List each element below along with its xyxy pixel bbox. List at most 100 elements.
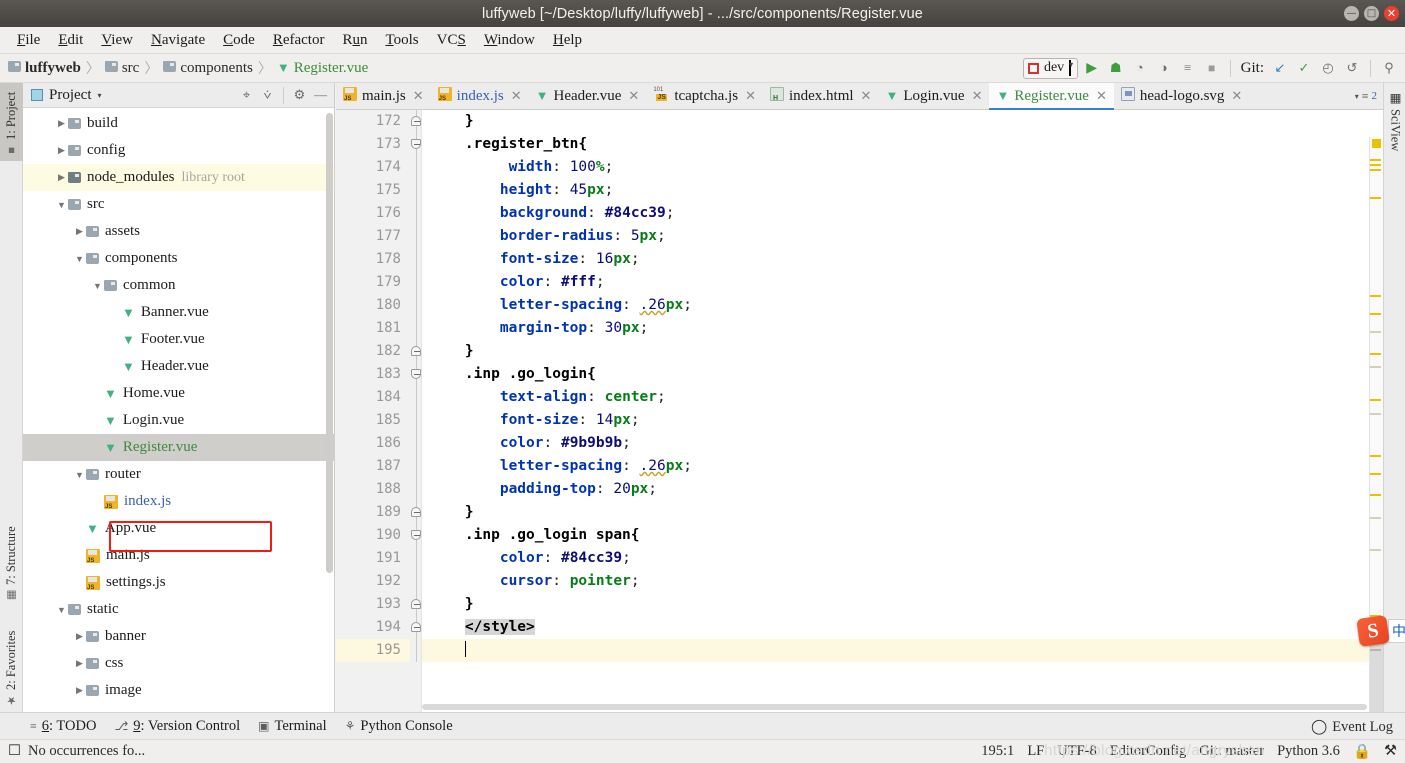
inspections-icon[interactable]: ⚒ [1384,743,1397,760]
menu-item-tools[interactable]: Tools [376,30,427,51]
debug-icon[interactable]: ☗ [1106,58,1126,78]
sidebar-item-favorites[interactable]: ★ 2: Favorites [0,612,23,712]
error-stripe-mark[interactable] [1370,313,1381,315]
search-icon[interactable]: ⚲ [1379,58,1399,78]
close-icon[interactable]: ✕ [413,88,424,104]
editor-tab-login-vue[interactable]: ▼ Login.vue ✕ [878,83,989,109]
tree-item-banner-vue[interactable]: ▼ Banner.vue [23,299,334,326]
tree-item-node_modules[interactable]: ▶ node_modules library root [23,164,334,191]
code-line[interactable]: margin-top: 30px; [422,317,1383,340]
project-tree[interactable]: ▶ build ▶ config ▶ node_modules library root ▼ s… [23,108,334,712]
editor-tab-register-vue[interactable]: ▼ Register.vue ✕ [989,83,1115,110]
chevron-down-icon[interactable]: ▼ [55,605,68,615]
error-stripe-mark[interactable] [1370,413,1381,415]
menu-item-file[interactable]: File [8,30,49,51]
tree-item-banner[interactable]: ▶ banner [23,623,334,650]
close-icon[interactable]: ✕ [972,88,983,104]
lock-icon[interactable]: 🔒 [1353,743,1371,761]
error-stripe-mark[interactable] [1370,164,1381,166]
tree-item-footer-vue[interactable]: ▼ Footer.vue [23,326,334,353]
run-configuration-selector[interactable]: dev ▾ [1022,57,1078,79]
breadcrumb-item-components[interactable]: components [161,60,255,77]
sidebar-item-structure[interactable]: ▦ 7: Structure [0,515,23,607]
menu-item-view[interactable]: View [92,30,142,51]
code-line[interactable] [422,639,1383,662]
fold-end-icon[interactable] [411,599,421,609]
close-icon[interactable]: ✕ [511,88,522,104]
code-line[interactable]: letter-spacing: .26px; [422,455,1383,478]
chevron-right-icon[interactable]: ▶ [73,631,86,642]
error-stripe-mark[interactable] [1370,455,1381,457]
error-stripe-mark[interactable] [1370,517,1381,519]
code-text[interactable]: } .register_btn{ width: 100%; height: 45… [422,110,1383,712]
hide-panel-icon[interactable]: — [311,86,330,105]
menu-item-vcs[interactable]: VCS [428,30,475,51]
error-stripe-mark[interactable] [1370,169,1381,171]
code-line[interactable]: height: 45px; [422,179,1383,202]
tree-item-config[interactable]: ▶ config [23,137,334,164]
code-folding-gutter[interactable] [410,110,422,712]
breadcrumb-item-src[interactable]: src [103,60,142,77]
menu-item-refactor[interactable]: Refactor [264,30,334,51]
editor-tab-index-js[interactable]: index.js ✕ [431,83,529,109]
file-encoding[interactable]: UTF-8 [1057,743,1096,760]
tool-window-button-9-version-control[interactable]: ⎇ 9: Version Control [114,718,240,735]
tree-item-settings-js[interactable]: settings.js [23,569,334,596]
profile-icon[interactable]: ◑ [1154,58,1174,78]
code-line[interactable]: } [422,593,1383,616]
code-line[interactable]: cursor: pointer; [422,570,1383,593]
tree-item-build[interactable]: ▶ build [23,110,334,137]
error-stripe-mark[interactable] [1370,399,1381,401]
fold-end-icon[interactable] [411,507,421,517]
locate-target-icon[interactable]: ⌖ [237,86,256,105]
tree-item-login-vue[interactable]: ▼ Login.vue [23,407,334,434]
inspection-status-icon[interactable] [1372,139,1381,148]
code-line[interactable]: letter-spacing: .26px; [422,294,1383,317]
menu-item-run[interactable]: Run [333,30,376,51]
close-icon[interactable]: ✕ [1096,88,1107,104]
close-button[interactable]: ✕ [1384,6,1399,21]
python-interpreter-widget[interactable]: Python 3.6 [1277,743,1340,760]
close-icon[interactable]: ✕ [628,88,639,104]
tree-item-static[interactable]: ▼ static [23,596,334,623]
fold-end-icon[interactable] [411,346,421,356]
editor-tab-tcaptcha-js[interactable]: tcaptcha.js ✕ [646,83,763,109]
menu-item-code[interactable]: Code [214,30,264,51]
code-line[interactable]: .inp .go_login span{ [422,524,1383,547]
minimize-button[interactable]: — [1344,6,1359,21]
chevron-right-icon[interactable]: ▶ [55,118,68,129]
tree-item-assets[interactable]: ▶ assets [23,218,334,245]
tree-item-image[interactable]: ▶ image [23,677,334,704]
chevron-down-icon[interactable]: ▾ [98,91,102,100]
error-stripe-mark[interactable] [1370,197,1381,199]
collapse-all-icon[interactable]: ⩒ [258,86,277,105]
ime-mode-indicator[interactable]: 中 [1388,619,1405,643]
fold-end-icon[interactable] [411,622,421,632]
history-icon[interactable]: ◴ [1318,58,1338,78]
error-stripe-mark[interactable] [1370,331,1381,333]
code-line[interactable]: } [422,110,1383,133]
close-icon[interactable]: ✕ [745,88,756,104]
error-stripe-mark[interactable] [1370,353,1381,355]
tree-item-src[interactable]: ▼ src [23,191,334,218]
code-line[interactable]: background: #84cc39; [422,202,1383,225]
fold-start-icon[interactable] [411,369,421,379]
fold-end-icon[interactable] [411,116,421,126]
settings-gear-icon[interactable]: ⚙ [290,86,309,105]
code-line[interactable]: font-size: 14px; [422,409,1383,432]
close-icon[interactable]: ✕ [861,88,872,104]
error-stripe-mark[interactable] [1370,159,1381,161]
tree-item-home-vue[interactable]: ▼ Home.vue [23,380,334,407]
code-line[interactable]: border-radius: 5px; [422,225,1383,248]
menu-item-navigate[interactable]: Navigate [142,30,214,51]
chevron-down-icon[interactable]: ▼ [55,200,68,210]
code-line[interactable]: .register_btn{ [422,133,1383,156]
rollback-icon[interactable]: ↺ [1342,58,1362,78]
code-line[interactable]: </style> [422,616,1383,639]
tree-item-components[interactable]: ▼ components [23,245,334,272]
code-line[interactable]: } [422,340,1383,363]
error-stripe-mark[interactable] [1370,494,1381,496]
error-stripe-mark[interactable] [1370,549,1381,551]
tab-overflow-control[interactable]: ▾ ≡ 2 [1355,83,1383,109]
editorconfig-indicator[interactable]: EditorConfig [1110,743,1187,760]
